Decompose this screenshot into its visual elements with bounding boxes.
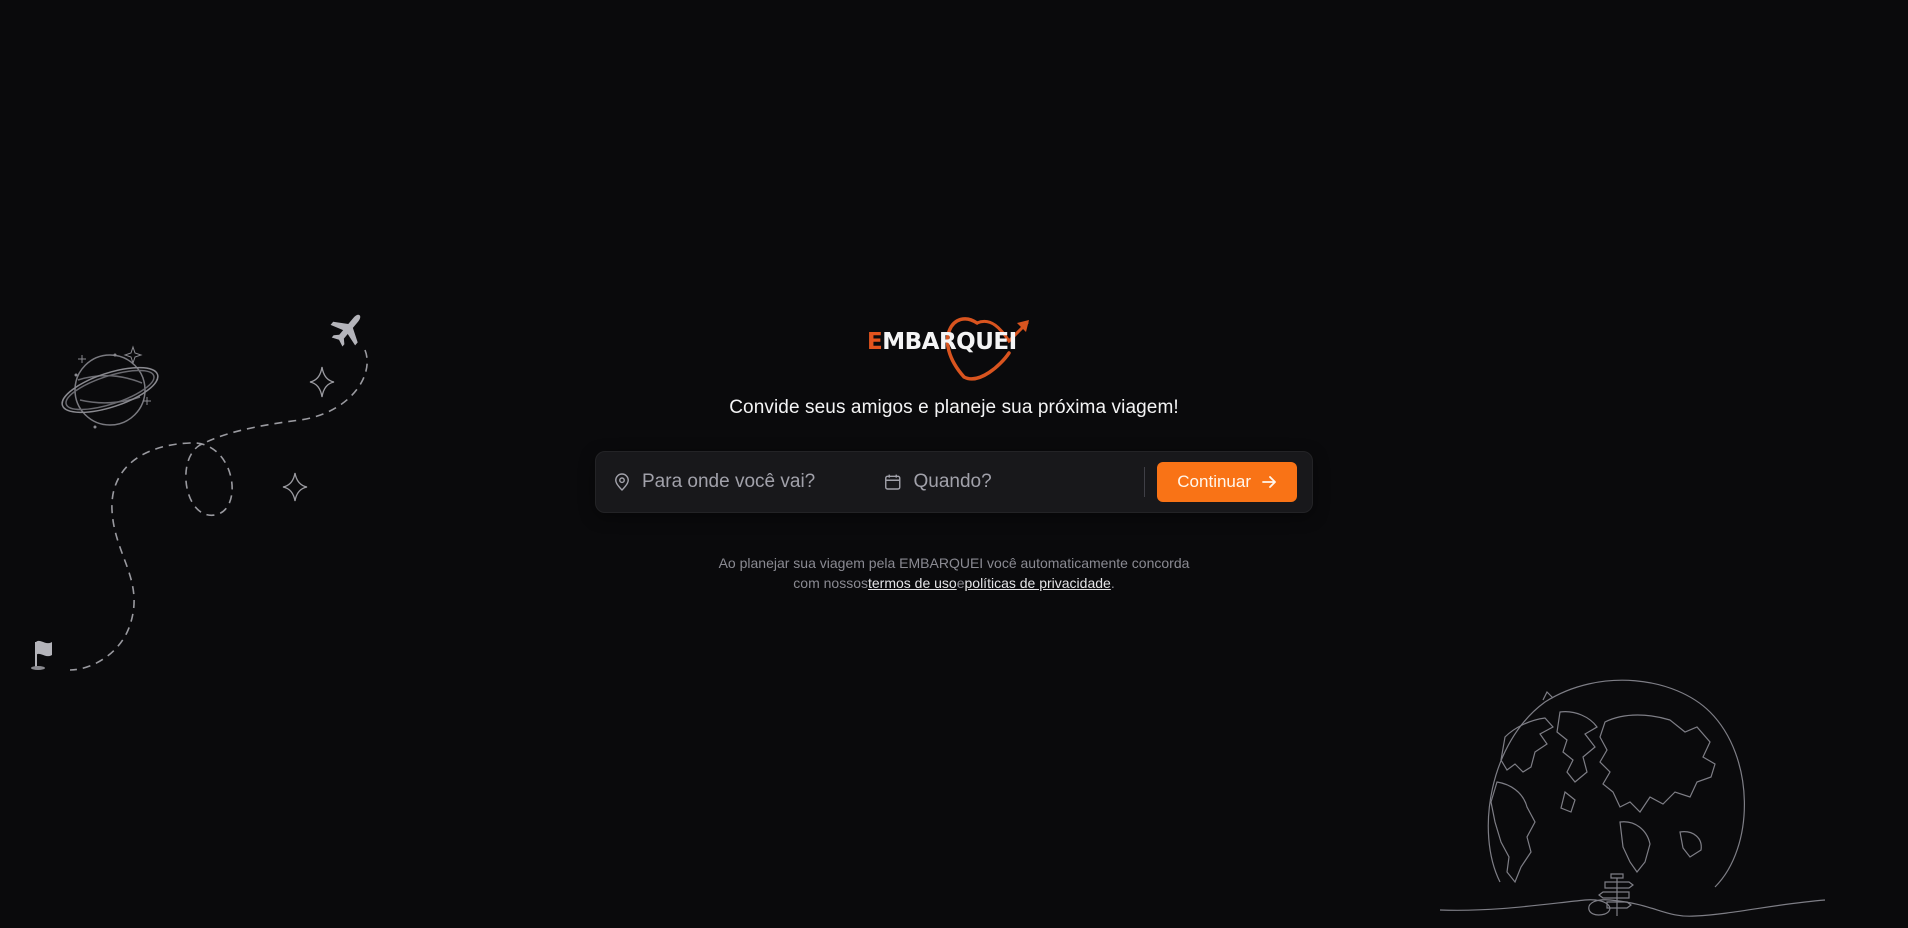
logo-first-letter: E xyxy=(867,329,883,355)
ground-line xyxy=(1439,899,1826,917)
globe-icon xyxy=(1487,679,1745,888)
calendar-icon xyxy=(885,474,901,490)
map-pin-icon xyxy=(615,473,629,491)
flag-icon xyxy=(31,640,52,670)
terms-notice: Ao planejar sua viagem pela EMBARQUEI vo… xyxy=(694,553,1214,593)
terms-line-1: Ao planejar sua viagem pela EMBARQUEI vo… xyxy=(718,555,1190,571)
trip-search-box: Continuar xyxy=(595,451,1313,513)
destination-field xyxy=(614,462,884,502)
continue-label: Continuar xyxy=(1177,472,1251,491)
embarquei-logo: EMBARQUEI xyxy=(859,305,1049,385)
terms-of-use-link[interactable]: termos de uso xyxy=(868,575,957,591)
signpost-icon xyxy=(1598,873,1634,916)
main-content: EMBARQUEI Convide seus amigos e planeje … xyxy=(0,305,1908,593)
terms-line-2: com nossostermos de usoepolíticas de pri… xyxy=(694,573,1214,593)
date-field xyxy=(884,462,1137,502)
page: EMBARQUEI Convide seus amigos e planeje … xyxy=(0,0,1908,928)
terms-conjunction: e xyxy=(956,575,965,591)
terms-suffix: . xyxy=(1110,575,1115,591)
logo-wordmark: EMBARQUEI xyxy=(867,329,1017,355)
destination-input[interactable] xyxy=(640,470,884,494)
globe-illustration xyxy=(1439,679,1826,917)
continue-button[interactable]: Continuar xyxy=(1157,462,1297,502)
divider xyxy=(1144,467,1146,497)
date-input[interactable] xyxy=(911,470,1137,494)
terms-prefix: com nossos xyxy=(793,575,868,591)
arrow-right-icon xyxy=(1262,476,1276,488)
tagline: Convide seus amigos e planeje sua próxim… xyxy=(729,397,1179,418)
privacy-policy-link[interactable]: políticas de privacidade xyxy=(965,575,1111,591)
logo-rest: MBARQUEI xyxy=(882,329,1017,355)
